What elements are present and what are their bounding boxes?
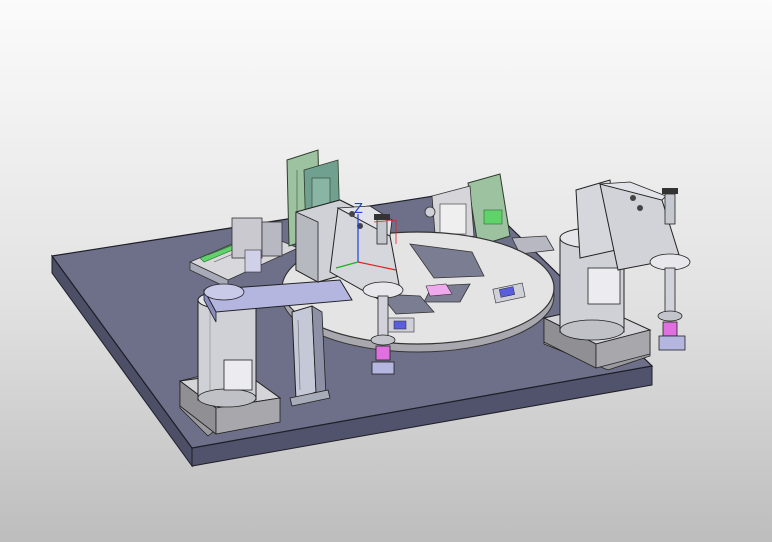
scara-robot-right	[542, 179, 691, 371]
assembly-model: Z	[50, 149, 691, 468]
cad-viewport[interactable]: Z	[0, 0, 772, 542]
z-axis-label: Z	[354, 202, 363, 217]
